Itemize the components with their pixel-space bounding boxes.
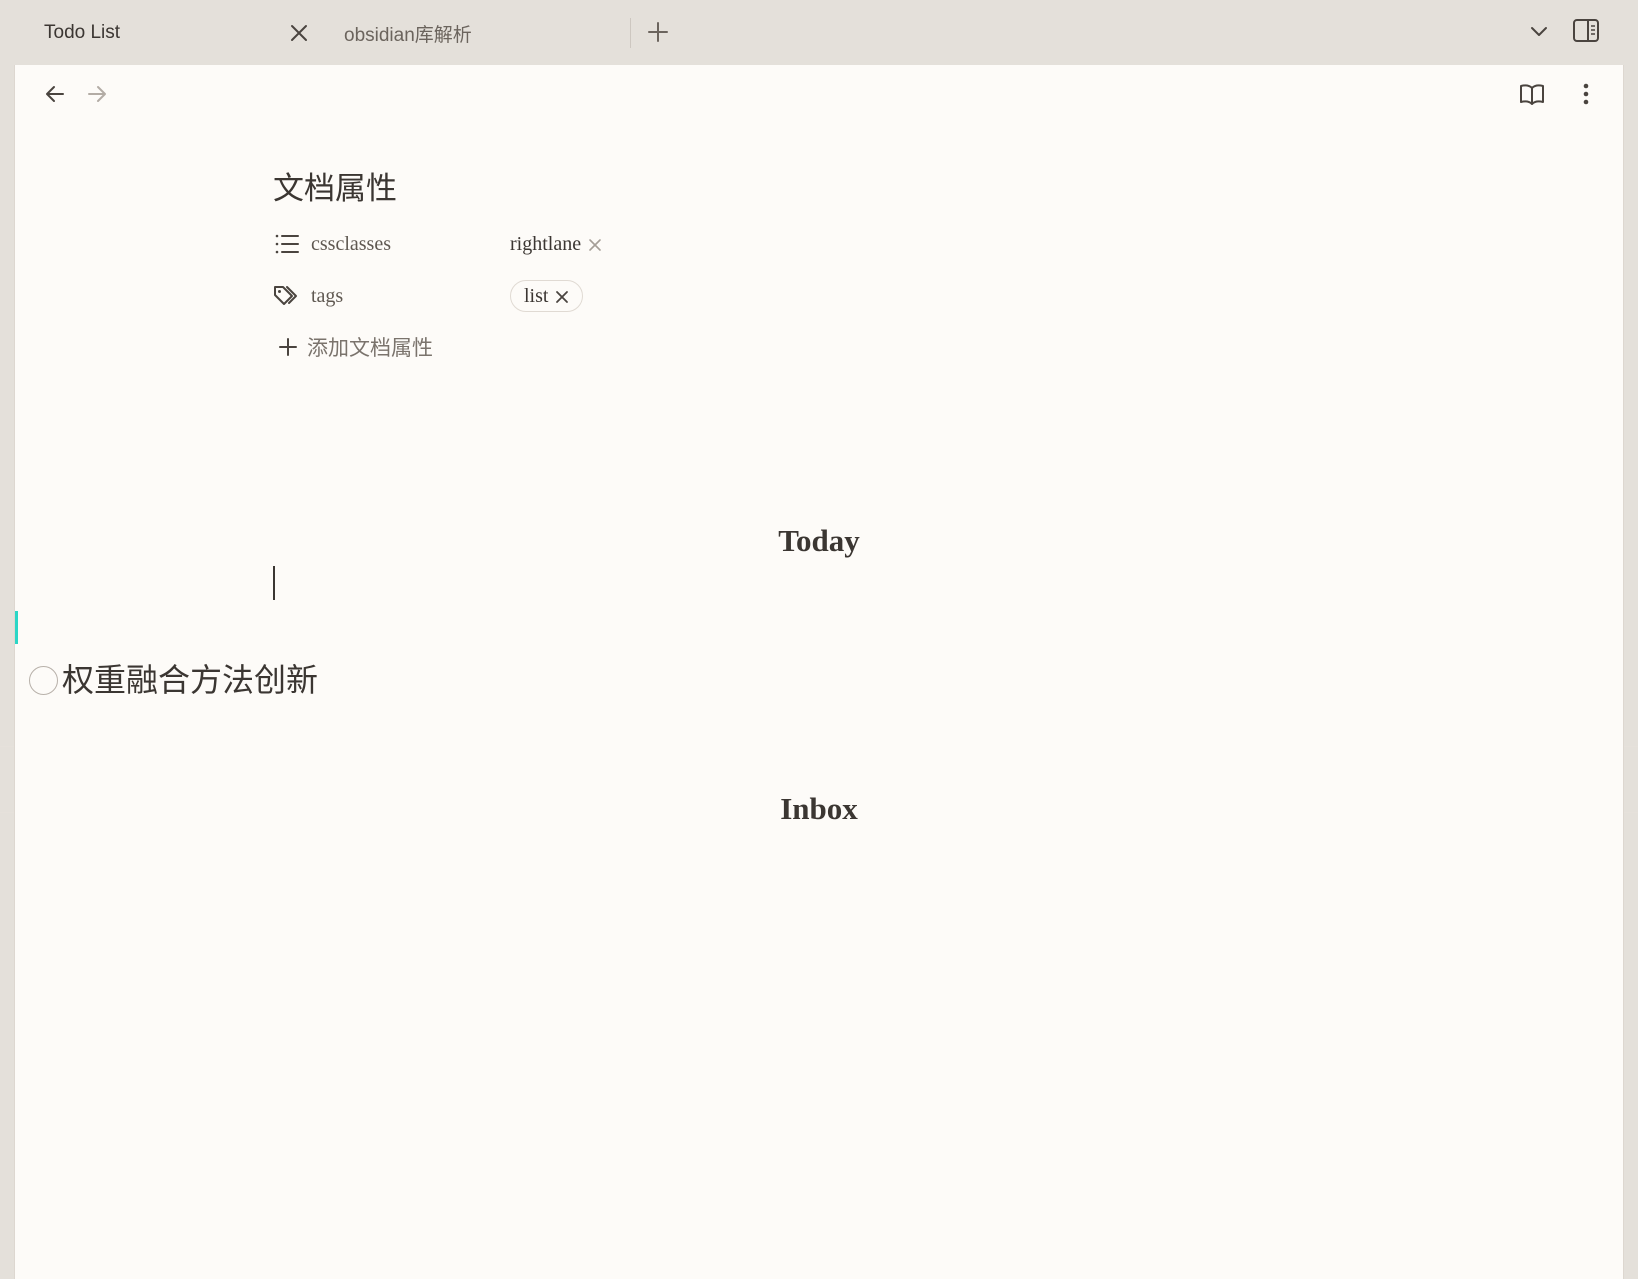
plus-icon [279, 338, 297, 356]
property-value[interactable]: list [510, 280, 584, 312]
task-text[interactable]: 权重融合方法创新 [62, 655, 318, 701]
tag-text: list [524, 284, 549, 307]
add-property-label: 添加文档属性 [307, 336, 433, 360]
list-icon [273, 231, 301, 257]
tag-pill[interactable]: list [510, 280, 584, 312]
remove-value-icon[interactable] [587, 236, 603, 252]
chevron-down-icon[interactable] [1528, 20, 1550, 42]
tags-icon [273, 283, 301, 309]
tab-title: obsidian库解析 [344, 24, 472, 46]
properties-heading: 文档属性 [273, 171, 397, 207]
active-line-marker [15, 611, 18, 644]
property-row-cssclasses[interactable]: cssclasses rightlane [273, 225, 973, 265]
tab-todo-list[interactable]: Todo List [27, 14, 327, 52]
property-key[interactable]: cssclasses [311, 233, 391, 256]
text-cursor [273, 566, 275, 600]
right-sidebar-toggle-icon[interactable] [1572, 18, 1600, 44]
tab-divider [630, 18, 631, 48]
property-key[interactable]: tags [311, 285, 343, 308]
task-item: 权重融合方法创新 [29, 655, 318, 701]
tab-obsidian[interactable]: obsidian库解析 [328, 14, 630, 52]
divider [1624, 746, 1638, 747]
task-checkbox[interactable] [29, 665, 58, 695]
editor-pane: 文档属性 cssclasses rightlane tags list 添加文档… [14, 65, 1624, 1279]
divider [0, 746, 14, 747]
section-heading-inbox: Inbox [780, 791, 858, 826]
section-heading-today: Today [778, 523, 860, 558]
more-options-icon[interactable] [1574, 80, 1598, 108]
arrow-right-icon[interactable] [84, 81, 110, 107]
property-value-text: rightlane [510, 232, 582, 255]
tab-bar: Todo List obsidian库解析 [0, 0, 1638, 65]
divider [1624, 812, 1638, 813]
remove-tag-icon[interactable] [554, 288, 570, 304]
tab-title: Todo List [44, 22, 121, 43]
book-open-icon[interactable] [1518, 80, 1546, 108]
new-tab-plus-icon[interactable] [646, 20, 670, 44]
divider [0, 812, 14, 813]
property-row-tags[interactable]: tags list [273, 277, 973, 317]
arrow-left-icon[interactable] [42, 81, 68, 107]
property-value[interactable]: rightlane [510, 229, 603, 259]
add-property-button[interactable]: 添加文档属性 [277, 332, 433, 362]
close-icon[interactable] [289, 23, 309, 43]
